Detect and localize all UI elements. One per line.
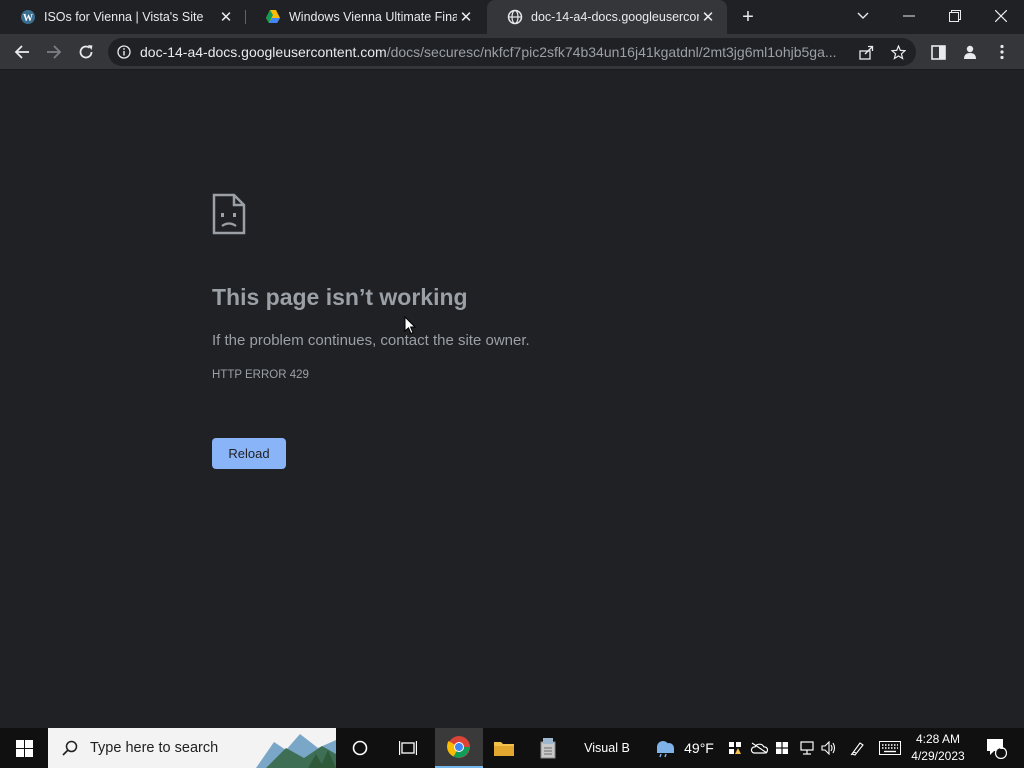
search-placeholder: Type here to search xyxy=(90,740,219,756)
task-view-icon xyxy=(399,741,417,755)
chevron-down-icon xyxy=(857,12,869,19)
weather-widget[interactable]: 49°F xyxy=(648,728,718,768)
taskbar-installer-app[interactable] xyxy=(526,728,570,768)
error-message: If the problem continues, contact the si… xyxy=(212,332,530,349)
close-tab-icon[interactable]: ✕ xyxy=(699,8,717,26)
bookmark-star-icon[interactable] xyxy=(886,42,910,62)
restore-icon xyxy=(949,10,961,22)
windows-logo-icon xyxy=(15,739,33,757)
info-icon[interactable] xyxy=(108,45,140,59)
clock-time: 4:28 AM xyxy=(915,732,961,746)
reload-icon xyxy=(79,45,93,59)
close-icon xyxy=(995,10,1007,22)
tab-googleusercontent[interactable]: doc-14-a4-docs.googleusercontent.com ✕ xyxy=(487,0,727,34)
tab-strip: W ISOs for Vienna | Vista's Site ✕ Windo… xyxy=(0,0,1024,34)
wordpress-icon: W xyxy=(20,9,36,25)
task-view-button[interactable] xyxy=(386,728,430,768)
taskbar-file-explorer[interactable] xyxy=(482,728,526,768)
close-window-button[interactable] xyxy=(978,0,1024,32)
taskbar-search-box[interactable]: Type here to search xyxy=(48,728,336,768)
side-panel-icon xyxy=(930,44,946,60)
pen-ink-icon[interactable] xyxy=(846,728,870,768)
menu-button[interactable] xyxy=(988,38,1016,66)
mouse-cursor-icon xyxy=(404,315,417,340)
arrow-right-icon xyxy=(47,45,62,59)
tab-windows-vienna-ultimate[interactable]: Windows Vienna Ultimate Final x64 ✕ xyxy=(245,0,485,34)
url-path: /docs/securesc/nkfcf7pic2sfk74b34un16j41… xyxy=(386,44,837,60)
close-tab-icon[interactable]: ✕ xyxy=(457,8,475,26)
url-host: doc-14-a4-docs.googleusercontent.com xyxy=(140,44,387,60)
minimize-icon xyxy=(903,15,915,17)
search-highlight-mountains-icon xyxy=(256,728,336,768)
weather-temperature: 49°F xyxy=(684,740,714,756)
clock-date: 4/29/2023 xyxy=(911,749,965,763)
clock[interactable]: 4:28 AM 4/29/2023 xyxy=(906,728,970,768)
start-button[interactable] xyxy=(0,728,48,768)
page-content: This page isn’t working If the problem c… xyxy=(0,71,1024,728)
url-text[interactable]: doc-14-a4-docs.googleusercontent.com/doc… xyxy=(140,44,845,60)
restore-button[interactable] xyxy=(932,0,978,32)
network-icon[interactable] xyxy=(796,728,818,768)
minimize-button[interactable] xyxy=(886,0,932,32)
installer-icon xyxy=(540,738,556,759)
tab-isos-for-vienna[interactable]: W ISOs for Vienna | Vista's Site ✕ xyxy=(0,0,245,34)
volume-icon[interactable] xyxy=(818,728,840,768)
tab-title: doc-14-a4-docs.googleusercontent.com xyxy=(531,10,699,24)
weather-cloud-icon xyxy=(657,741,675,758)
forward-button[interactable] xyxy=(40,38,68,66)
tray-cloud-icon[interactable] xyxy=(748,728,770,768)
kebab-menu-icon xyxy=(1000,44,1004,60)
app-label-text: Visual B xyxy=(584,741,630,755)
google-drive-icon xyxy=(265,9,281,25)
notification-count: 1 xyxy=(999,741,1005,752)
back-button[interactable] xyxy=(8,38,36,66)
taskbar-chrome-app[interactable] xyxy=(435,728,483,768)
tab-search-button[interactable] xyxy=(840,0,886,32)
arrow-left-icon xyxy=(14,45,29,59)
share-icon[interactable] xyxy=(854,42,878,62)
notification-center-button[interactable]: 1 xyxy=(978,728,1014,768)
browser-toolbar: doc-14-a4-docs.googleusercontent.com/doc… xyxy=(0,34,1024,70)
tab-title: Windows Vienna Ultimate Final x64 xyxy=(289,10,457,24)
error-title: This page isn’t working xyxy=(212,284,468,310)
touch-keyboard-icon[interactable] xyxy=(876,728,904,768)
globe-icon xyxy=(507,9,523,25)
side-panel-button[interactable] xyxy=(924,38,952,66)
profile-icon xyxy=(964,45,976,59)
error-code: HTTP ERROR 429 xyxy=(212,369,309,381)
address-bar[interactable]: doc-14-a4-docs.googleusercontent.com/doc… xyxy=(108,38,916,66)
svg-text:W: W xyxy=(23,13,33,24)
windows-taskbar: Type here to search Visual B 49°F 4:28 A… xyxy=(0,728,1024,768)
reload-toolbar-button[interactable] xyxy=(72,38,100,66)
cortana-circle-icon xyxy=(352,740,368,756)
reload-button[interactable]: Reload xyxy=(212,438,286,469)
cortana-button[interactable] xyxy=(338,728,382,768)
tab-title: ISOs for Vienna | Vista's Site xyxy=(44,10,204,24)
new-tab-button[interactable]: + xyxy=(736,5,760,29)
profile-button[interactable] xyxy=(956,38,984,66)
tray-app-icon[interactable] xyxy=(772,728,792,768)
search-icon xyxy=(62,740,78,756)
tray-security-icon[interactable] xyxy=(726,728,744,768)
chrome-icon xyxy=(447,736,470,758)
folder-icon xyxy=(494,742,514,756)
taskbar-app-label[interactable]: Visual B xyxy=(576,728,638,768)
close-tab-icon[interactable]: ✕ xyxy=(217,8,235,26)
sad-page-icon xyxy=(212,193,246,240)
